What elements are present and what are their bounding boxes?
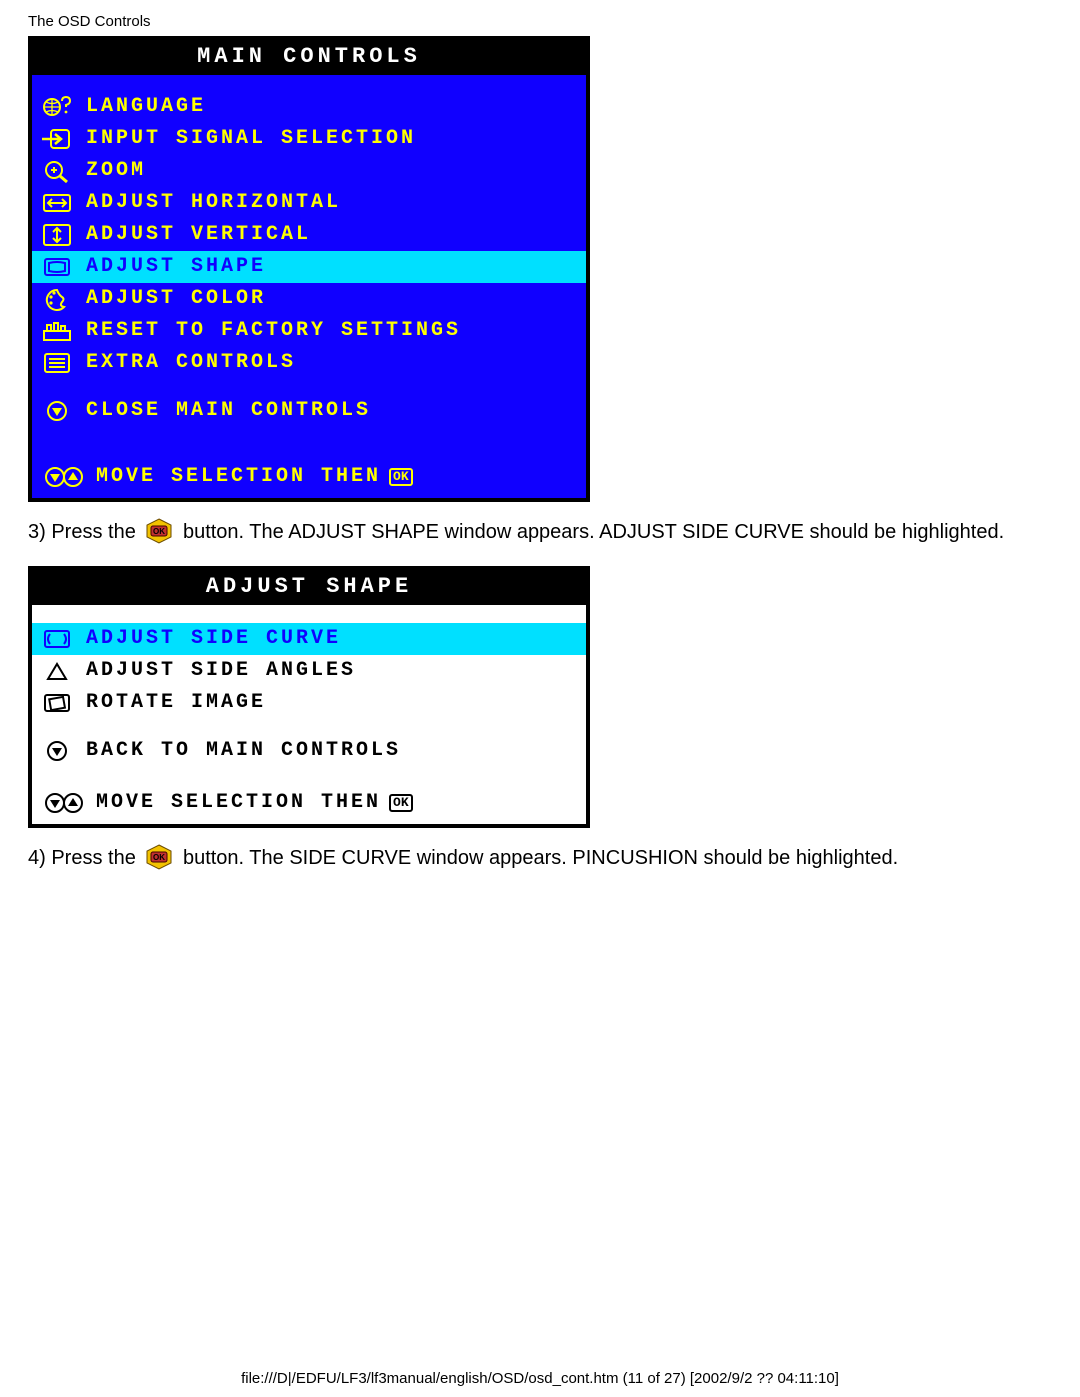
rotate-image-icon: [42, 691, 86, 715]
up-down-circles-icon: [42, 791, 96, 815]
main-footer: MOVE SELECTION THEN OK: [32, 457, 586, 498]
menu-label: ADJUST SHAPE: [86, 257, 576, 277]
menu-item-zoom[interactable]: ZOOM: [32, 155, 586, 187]
menu-item-factory-reset[interactable]: RESET TO FACTORY SETTINGS: [32, 315, 586, 347]
menu-label: ADJUST COLOR: [86, 289, 576, 309]
main-controls-osd: MAIN CONTROLS LANGUAGE INPUT SIGNAL SELE…: [28, 36, 590, 502]
menu-item-side-curve[interactable]: ADJUST SIDE CURVE: [32, 623, 586, 655]
step-3-suffix: button. The ADJUST SHAPE window appears.…: [177, 521, 1004, 543]
menu-item-side-angles[interactable]: ADJUST SIDE ANGLES: [32, 655, 586, 687]
menu-item-adjust-shape[interactable]: ADJUST SHAPE: [32, 251, 586, 283]
input-arrow-icon: [42, 127, 86, 151]
menu-label: RESET TO FACTORY SETTINGS: [86, 321, 576, 341]
step-4-text: 4) Press the button. The SIDE CURVE wind…: [28, 842, 1008, 874]
menu-label: ADJUST SIDE CURVE: [86, 629, 576, 649]
menu-label: ZOOM: [86, 161, 576, 181]
shape-footer: MOVE SELECTION THEN OK: [32, 783, 586, 824]
menu-label: ROTATE IMAGE: [86, 693, 576, 713]
down-circle-icon: [42, 739, 86, 763]
menu-label: ADJUST SIDE ANGLES: [86, 661, 576, 681]
down-circle-icon: [42, 399, 86, 423]
close-label: CLOSE MAIN CONTROLS: [86, 401, 576, 421]
step-3-prefix: 3) Press the: [28, 521, 141, 543]
adjust-shape-osd: ADJUST SHAPE ADJUST SIDE CURVE ADJUST SI…: [28, 566, 590, 828]
menu-item-language[interactable]: LANGUAGE: [32, 91, 586, 123]
step-4-suffix: button. The SIDE CURVE window appears. P…: [177, 847, 898, 869]
main-controls-title: MAIN CONTROLS: [32, 40, 586, 75]
menu-item-extra-controls[interactable]: EXTRA CONTROLS: [32, 347, 586, 379]
adjust-shape-icon: [42, 255, 86, 279]
adjust-vert-icon: [42, 223, 86, 247]
menu-item-adjust-horizontal[interactable]: ADJUST HORIZONTAL: [32, 187, 586, 219]
menu-label: INPUT SIGNAL SELECTION: [86, 129, 576, 149]
footer-label: MOVE SELECTION THEN: [96, 793, 381, 813]
step-3-text: 3) Press the button. The ADJUST SHAPE wi…: [28, 516, 1008, 548]
ok-button-icon: [144, 518, 174, 544]
side-curve-icon: [42, 627, 86, 651]
factory-reset-icon: [42, 319, 86, 343]
side-angles-icon: [42, 659, 86, 683]
menu-item-rotate-image[interactable]: ROTATE IMAGE: [32, 687, 586, 719]
extra-controls-icon: [42, 351, 86, 375]
menu-item-adjust-vertical[interactable]: ADJUST VERTICAL: [32, 219, 586, 251]
adjust-shape-title: ADJUST SHAPE: [32, 570, 586, 605]
globe-question-icon: [42, 95, 86, 119]
ok-button-icon: [144, 844, 174, 870]
menu-item-input-signal[interactable]: INPUT SIGNAL SELECTION: [32, 123, 586, 155]
ok-badge-icon: OK: [389, 468, 413, 486]
menu-item-adjust-color[interactable]: ADJUST COLOR: [32, 283, 586, 315]
menu-label: LANGUAGE: [86, 97, 576, 117]
step-4-prefix: 4) Press the: [28, 847, 141, 869]
footer-file-path: file:///D|/EDFU/LF3/lf3manual/english/OS…: [0, 1370, 1080, 1387]
back-to-main-controls[interactable]: BACK TO MAIN CONTROLS: [32, 735, 586, 767]
adjust-horiz-icon: [42, 191, 86, 215]
zoom-icon: [42, 159, 86, 183]
close-main-controls[interactable]: CLOSE MAIN CONTROLS: [32, 395, 586, 427]
footer-label: MOVE SELECTION THEN: [96, 467, 381, 487]
ok-badge-icon: OK: [389, 794, 413, 812]
page-title: The OSD Controls: [28, 13, 1060, 30]
back-label: BACK TO MAIN CONTROLS: [86, 741, 576, 761]
menu-label: ADJUST VERTICAL: [86, 225, 576, 245]
menu-label: ADJUST HORIZONTAL: [86, 193, 576, 213]
adjust-color-icon: [42, 287, 86, 311]
up-down-circles-icon: [42, 465, 96, 489]
menu-label: EXTRA CONTROLS: [86, 353, 576, 373]
